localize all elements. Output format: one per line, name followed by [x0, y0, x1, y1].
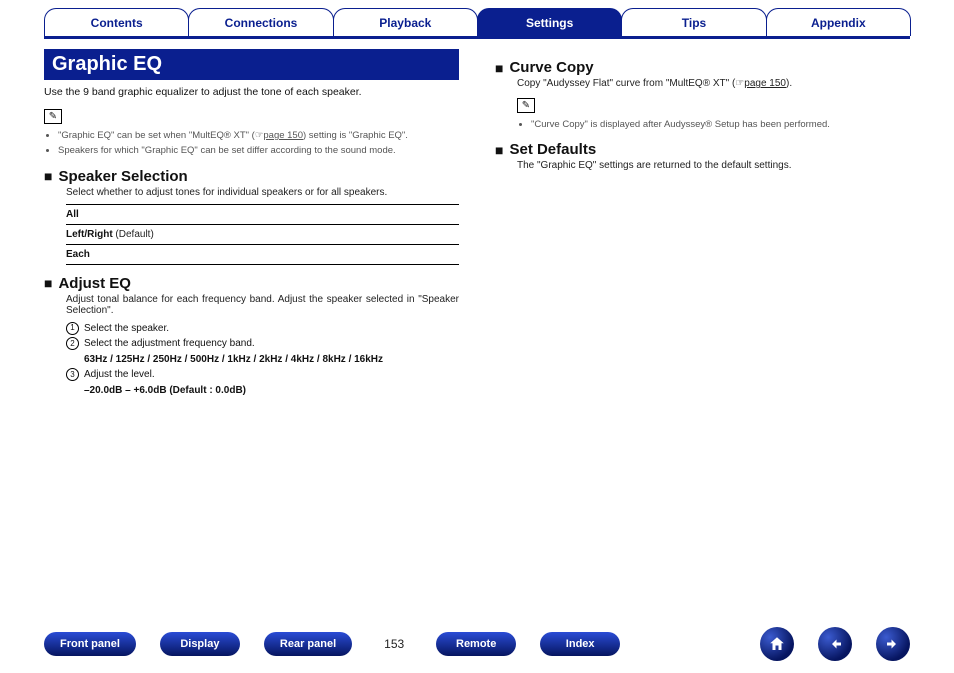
front-panel-button[interactable]: Front panel — [44, 632, 136, 656]
arrow-left-icon — [826, 635, 844, 653]
curve-copy-note-list: "Curve Copy" is displayed after Audyssey… — [517, 119, 910, 131]
tab-playback[interactable]: Playback — [333, 8, 478, 36]
step-number-icon: 3 — [66, 368, 79, 381]
step-number-icon: 1 — [66, 322, 79, 335]
step-item: 1 Select the speaker. — [66, 322, 459, 336]
tab-contents[interactable]: Contents — [44, 8, 189, 36]
bullet-square-icon: ■ — [44, 168, 52, 184]
left-column: Graphic EQ Use the 9 band graphic equali… — [44, 39, 459, 399]
arrow-right-icon — [884, 635, 902, 653]
note-list: "Graphic EQ" can be set when "MultEQ® XT… — [44, 130, 459, 158]
display-button[interactable]: Display — [160, 632, 240, 656]
home-icon — [768, 635, 786, 653]
note-item: "Curve Copy" is displayed after Audyssey… — [531, 119, 910, 131]
note-icon: ✎ — [517, 98, 535, 113]
option-row: Left/Right (Default) — [66, 224, 459, 244]
footer: Front panel Display Rear panel 153 Remot… — [44, 627, 910, 661]
bullet-square-icon: ■ — [495, 60, 503, 76]
curve-copy-heading: ■ Curve Copy — [495, 59, 910, 76]
adjust-eq-heading: ■ Adjust EQ — [44, 275, 459, 292]
page-number: 153 — [376, 637, 412, 651]
index-button[interactable]: Index — [540, 632, 620, 656]
bullet-square-icon: ■ — [495, 142, 503, 158]
note-icon: ✎ — [44, 109, 62, 124]
option-row: All — [66, 204, 459, 224]
bullet-square-icon: ■ — [44, 275, 52, 291]
step-item: 3 Adjust the level. –20.0dB – +6.0dB (De… — [66, 368, 459, 397]
step-number-icon: 2 — [66, 337, 79, 350]
intro-text: Use the 9 band graphic equalizer to adju… — [44, 86, 459, 98]
tab-appendix[interactable]: Appendix — [766, 8, 911, 36]
set-defaults-desc: The "Graphic EQ" settings are returned t… — [517, 160, 910, 171]
option-row: Each — [66, 244, 459, 265]
speaker-selection-options: All Left/Right (Default) Each — [66, 204, 459, 265]
remote-button[interactable]: Remote — [436, 632, 516, 656]
tab-settings[interactable]: Settings — [477, 8, 622, 36]
curve-copy-desc: Copy "Audyssey Flat" curve from "MultEQ®… — [517, 78, 910, 89]
home-button[interactable] — [760, 627, 794, 661]
speaker-selection-desc: Select whether to adjust tones for indiv… — [66, 187, 459, 198]
page-link[interactable]: page 150 — [263, 130, 303, 141]
note-item: Speakers for which "Graphic EQ" can be s… — [58, 145, 459, 157]
tab-connections[interactable]: Connections — [188, 8, 333, 36]
tab-tips[interactable]: Tips — [621, 8, 766, 36]
adjust-eq-steps: 1 Select the speaker. 2 Select the adjus… — [66, 322, 459, 398]
rear-panel-button[interactable]: Rear panel — [264, 632, 352, 656]
speaker-selection-heading: ■ Speaker Selection — [44, 168, 459, 185]
next-button[interactable] — [876, 627, 910, 661]
right-column: ■ Curve Copy Copy "Audyssey Flat" curve … — [495, 39, 910, 399]
page-title: Graphic EQ — [44, 49, 459, 80]
step-item: 2 Select the adjustment frequency band. … — [66, 337, 459, 366]
set-defaults-heading: ■ Set Defaults — [495, 141, 910, 158]
prev-button[interactable] — [818, 627, 852, 661]
note-item: "Graphic EQ" can be set when "MultEQ® XT… — [58, 130, 459, 142]
top-tabs: Contents Connections Playback Settings T… — [0, 0, 954, 36]
adjust-eq-desc: Adjust tonal balance for each frequency … — [66, 294, 459, 316]
page-link[interactable]: page 150 — [744, 78, 786, 89]
